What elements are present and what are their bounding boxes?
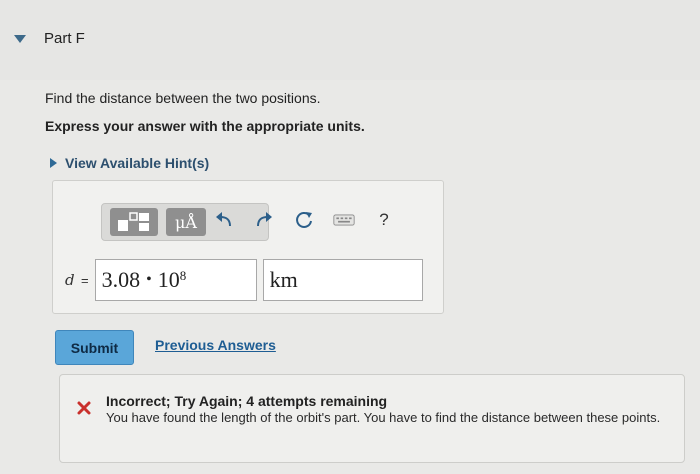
incorrect-x-icon bbox=[77, 401, 91, 415]
expand-caret-icon bbox=[50, 158, 57, 168]
question-text: Find the distance between the two positi… bbox=[45, 90, 321, 106]
value-base: 10 bbox=[157, 267, 180, 292]
value-mantissa: 3.08 bbox=[101, 267, 141, 292]
multiply-dot: • bbox=[146, 271, 152, 288]
reset-icon[interactable] bbox=[293, 209, 315, 231]
part-title: Part F bbox=[44, 30, 85, 47]
question-instruction: Express your answer with the appropriate… bbox=[45, 118, 365, 134]
help-button[interactable]: ? bbox=[373, 209, 395, 231]
part-header-band bbox=[0, 0, 700, 80]
feedback-body: You have found the length of the orbit's… bbox=[106, 410, 661, 425]
unit-value: km bbox=[269, 267, 298, 292]
value-input[interactable]: 3.08 • 10 8 bbox=[94, 259, 257, 301]
templates-button[interactable] bbox=[110, 208, 158, 236]
value-exponent: 8 bbox=[179, 268, 187, 283]
feedback-panel: Incorrect; Try Again; 4 attempts remaini… bbox=[59, 374, 685, 463]
feedback-title: Incorrect; Try Again; 4 attempts remaini… bbox=[106, 393, 388, 409]
view-hints-label: View Available Hint(s) bbox=[65, 155, 210, 171]
previous-answers-link[interactable]: Previous Answers bbox=[155, 337, 276, 353]
units-button[interactable]: μÅ bbox=[166, 208, 206, 236]
redo-icon[interactable] bbox=[253, 209, 275, 231]
answer-input-row: d = 3.08 • 10 8 km bbox=[65, 259, 423, 301]
unit-input[interactable]: km bbox=[262, 259, 423, 301]
answer-box: μÅ ? d = 3.08 • 10 8 km bbox=[52, 180, 444, 314]
submit-button[interactable]: Submit bbox=[55, 330, 134, 365]
view-hints-toggle[interactable]: View Available Hint(s) bbox=[50, 155, 209, 171]
keyboard-icon[interactable] bbox=[333, 209, 355, 231]
templates-icon bbox=[118, 212, 149, 231]
undo-icon[interactable] bbox=[213, 209, 235, 231]
equals-sign: = bbox=[81, 272, 89, 288]
collapse-caret-icon[interactable] bbox=[14, 34, 26, 43]
part-header[interactable]: Part F bbox=[10, 30, 85, 47]
toolbar-actions: ? bbox=[213, 209, 395, 231]
